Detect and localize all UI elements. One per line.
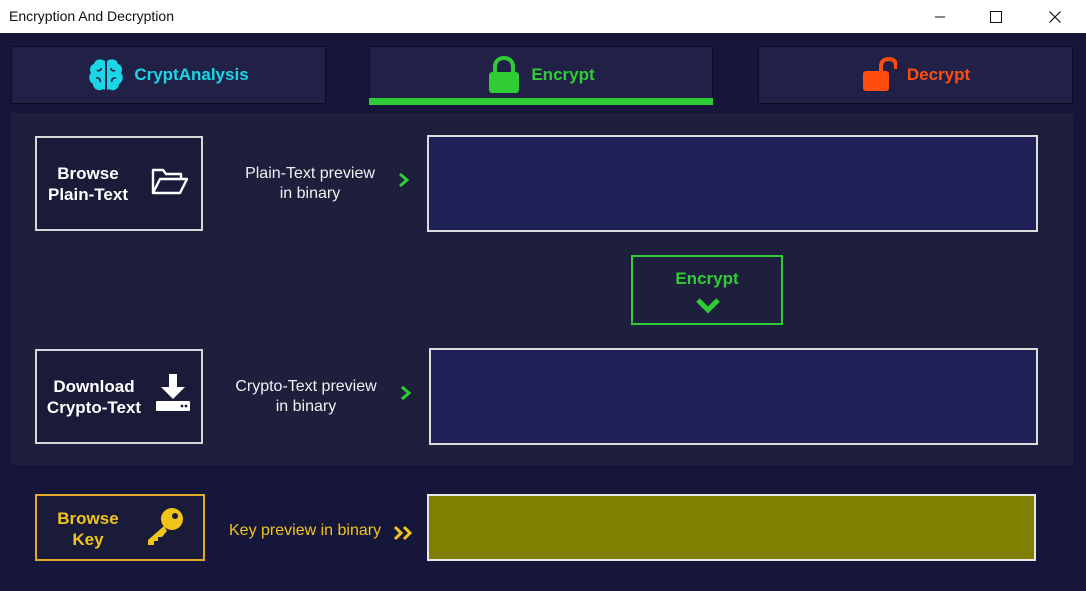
browse-plain-text-line1: Browse: [57, 164, 119, 183]
tab-encrypt-label: Encrypt: [531, 65, 595, 84]
maximize-icon: [990, 10, 1002, 23]
folder-open-icon: [151, 166, 189, 201]
chevron-down-icon: [695, 297, 721, 320]
download-crypto-text-line1: Download: [53, 377, 135, 396]
chevron-right-icon: [400, 385, 412, 405]
active-tab-indicator: [369, 98, 713, 105]
close-icon: [1049, 10, 1061, 23]
download-crypto-text-button[interactable]: Download Crypto-Text: [35, 349, 203, 444]
chevron-right-icon: [398, 172, 410, 192]
tab-encrypt[interactable]: Encrypt: [369, 46, 713, 104]
plain-text-preview-label-line1: Plain-Text preview: [245, 165, 375, 182]
browse-plain-text-line2: Plain-Text: [48, 185, 128, 204]
plain-text-preview-label: Plain-Text preview in binary: [226, 164, 394, 204]
browse-key-line1: Browse: [57, 509, 119, 528]
crypto-text-preview-box: [429, 348, 1038, 445]
double-chevron-right-icon: [393, 525, 415, 546]
browse-key-button[interactable]: Browse Key: [35, 494, 205, 561]
lock-icon: [487, 56, 521, 94]
tab-decrypt[interactable]: Decrypt: [758, 46, 1073, 104]
key-preview-box: [427, 494, 1036, 561]
encrypt-button-label: Encrypt: [675, 269, 739, 288]
maximize-button[interactable]: [973, 0, 1019, 33]
plain-text-preview-box: [427, 135, 1038, 232]
browse-key-line2: Key: [72, 530, 104, 549]
plain-text-preview-label-line2: in binary: [279, 185, 341, 202]
encrypt-button[interactable]: Encrypt: [631, 255, 783, 325]
crypto-text-preview-label-line1: Crypto-Text preview: [235, 378, 377, 395]
close-button[interactable]: [1032, 0, 1078, 33]
key-icon: [145, 507, 185, 552]
tab-cryptanalysis[interactable]: CryptAnalysis: [11, 46, 326, 104]
browse-plain-text-button[interactable]: Browse Plain-Text: [35, 136, 203, 231]
download-crypto-text-line2: Crypto-Text: [46, 398, 142, 417]
window-title: Encryption And Decryption: [9, 8, 174, 24]
crypto-text-preview-label: Crypto-Text preview in binary: [222, 377, 390, 417]
tab-cryptanalysis-label: CryptAnalysis: [134, 65, 249, 84]
minimize-icon: [935, 16, 945, 17]
title-bar: Encryption And Decryption: [0, 0, 1086, 33]
brain-icon: [88, 58, 124, 92]
download-icon: [155, 373, 191, 418]
minimize-button[interactable]: [917, 0, 963, 33]
crypto-text-preview-label-line2: in binary: [275, 398, 337, 415]
tab-decrypt-label: Decrypt: [906, 65, 971, 84]
unlock-icon: [861, 57, 897, 93]
key-preview-label: Key preview in binary: [229, 522, 382, 539]
